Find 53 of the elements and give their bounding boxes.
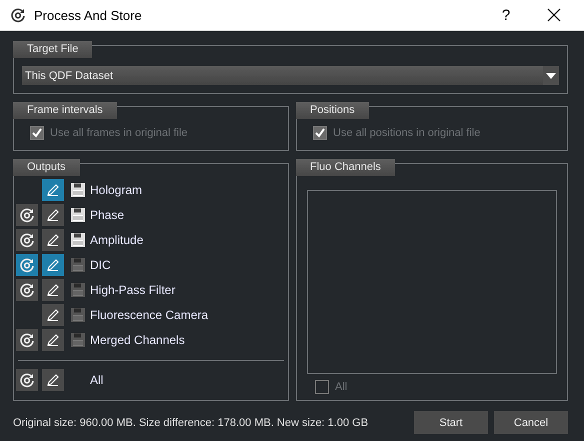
refresh-gear-icon (19, 256, 35, 272)
close-icon (547, 8, 561, 22)
process-button[interactable] (16, 204, 38, 226)
app-icon (10, 7, 26, 23)
refresh-gear-icon (19, 332, 35, 348)
pencil-icon (46, 308, 60, 322)
size-summary: Original size: 960.00 MB. Size difference: 178.00 MB. New size: 1.00 GB (13, 416, 370, 428)
output-label: DIC (90, 258, 111, 272)
pencil-icon (46, 332, 60, 346)
checkbox-label: All (335, 381, 348, 393)
refresh-gear-icon (19, 372, 35, 388)
process-button[interactable] (16, 328, 38, 350)
edit-button[interactable] (42, 204, 64, 226)
process-button[interactable] (16, 278, 38, 300)
group-title: Target File (13, 41, 92, 58)
refresh-gear-icon (19, 206, 35, 222)
group-title: Positions (296, 102, 369, 119)
window-title: Process And Store (34, 8, 143, 22)
group-title: Fluo Channels (296, 159, 395, 176)
edit-button[interactable] (42, 304, 64, 326)
pencil-icon (46, 232, 60, 246)
dialog-button[interactable]: Start (414, 411, 488, 434)
output-label: Phase (90, 208, 124, 222)
output-label: Amplitude (90, 232, 144, 246)
edit-button[interactable] (42, 178, 64, 200)
edit-button[interactable] (42, 228, 64, 250)
edit-button[interactable] (42, 254, 64, 276)
output-label: Merged Channels (90, 332, 185, 346)
output-label: Fluorescence Camera (90, 308, 208, 322)
refresh-gear-icon (19, 232, 35, 248)
pencil-icon (46, 258, 60, 272)
help-button[interactable]: ? (486, 0, 526, 30)
pencil-icon (46, 208, 60, 222)
pencil-icon (46, 282, 60, 296)
group-title: Frame intervals (13, 102, 117, 119)
refresh-gear-icon (19, 282, 35, 298)
checkbox-label: Use all positions in original file (333, 127, 480, 139)
output-label: High-Pass Filter (90, 282, 176, 296)
process-button[interactable] (16, 254, 38, 276)
pencil-icon (46, 182, 60, 196)
checkbox-label: Use all frames in original file (50, 127, 188, 139)
target-file-dropdown[interactable]: This QDF Dataset (22, 66, 559, 85)
caret-icon (543, 66, 559, 85)
edit-button[interactable] (42, 278, 64, 300)
group-title: Outputs (13, 159, 80, 176)
output-label: Hologram (90, 182, 142, 196)
process-button[interactable] (16, 228, 38, 250)
edit-button[interactable] (42, 328, 64, 350)
pencil-icon (46, 372, 60, 386)
dialog-button[interactable]: Cancel (494, 411, 568, 434)
process-button[interactable] (16, 368, 38, 390)
output-label: All (90, 372, 104, 386)
edit-button[interactable] (42, 368, 64, 390)
